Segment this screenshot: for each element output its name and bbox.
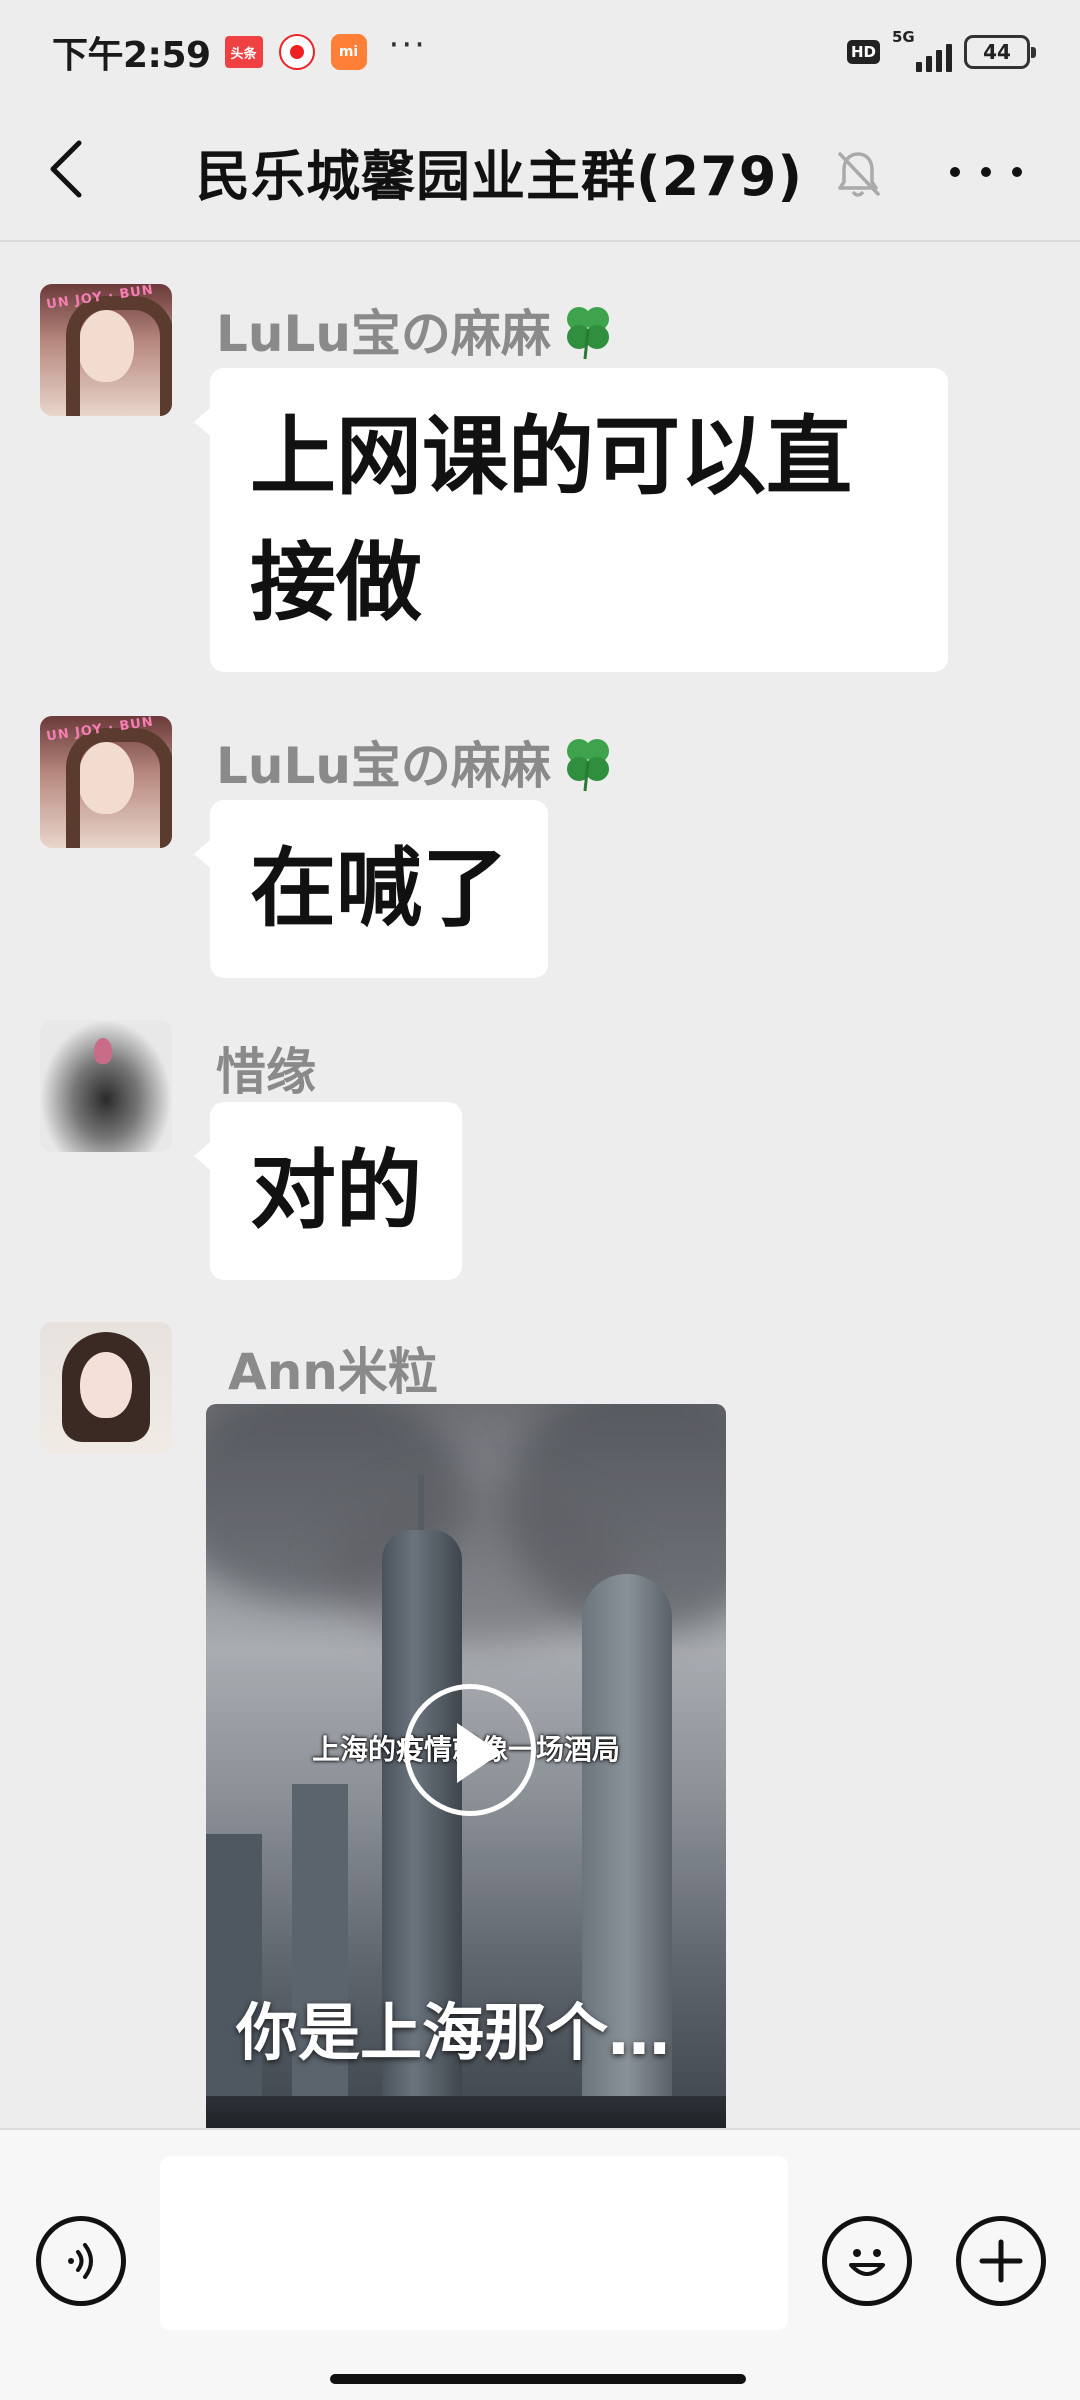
video-app-icon <box>278 34 315 70</box>
video-title: 你是上海那个… <box>236 1996 671 2069</box>
back-button[interactable] <box>36 134 96 204</box>
four-leaf-clover-icon <box>566 307 609 360</box>
avatar[interactable]: UN JOY · BUN <box>40 716 172 848</box>
mi-app-icon: mi <box>330 34 367 70</box>
avatar-label: UN JOY · BUN <box>45 284 155 313</box>
video-message[interactable]: 上海的疫情就像一场酒局 你是上海那个… <box>206 1404 726 2130</box>
header-divider <box>0 240 1080 242</box>
sender-name: Ann米粒 <box>228 1343 438 1401</box>
chat-title: 民乐城馨园业主群(279) <box>196 145 804 208</box>
message-input[interactable] <box>160 2156 788 2330</box>
emoji-icon <box>849 2249 885 2276</box>
building <box>292 1784 348 2130</box>
status-app-icons: 头条 mi ··· <box>224 28 427 70</box>
message-bubble[interactable]: 在喊了 <box>194 800 548 978</box>
avatar[interactable]: UN JOY · BUN <box>40 284 172 416</box>
sender-name: LuLu宝の麻麻 <box>216 294 619 366</box>
more-options-button[interactable] <box>950 142 1022 202</box>
bell-off-icon <box>838 152 880 197</box>
hd-icon: HD <box>846 40 880 64</box>
plus-button[interactable] <box>956 2216 1046 2306</box>
status-bar: 下午2:59 头条 mi ··· HD 5G 44 <box>0 0 1080 104</box>
toutiao-app-icon: 头条 <box>224 36 263 68</box>
network-type: 5G <box>892 28 915 46</box>
sender-name: 惜缘 <box>216 1043 316 1101</box>
battery-icon: 44 <box>964 35 1036 69</box>
emoji-button[interactable] <box>822 2216 912 2306</box>
four-leaf-clover-icon <box>566 739 609 792</box>
message-bubble[interactable]: 对的 <box>194 1102 462 1280</box>
signal-icon: 5G <box>892 28 952 72</box>
avatar[interactable] <box>40 1322 172 1454</box>
chat-header: 民乐城馨园业主群(279) <box>0 104 1080 240</box>
input-bar <box>0 2128 1080 2400</box>
voice-button[interactable] <box>36 2216 126 2306</box>
home-indicator[interactable] <box>330 2374 746 2384</box>
status-more-icon: ··· <box>388 25 427 65</box>
play-icon[interactable] <box>404 1684 536 1816</box>
sender-name: LuLu宝の麻麻 <box>216 726 619 798</box>
avatar-label: UN JOY · BUN <box>45 716 155 745</box>
avatar[interactable] <box>40 1020 172 1152</box>
message-bubble[interactable]: 上网课的可以直接做 <box>194 368 948 672</box>
status-time: 下午2:59 <box>52 35 211 76</box>
more-dots-icon <box>950 167 960 177</box>
voice-icon <box>68 2243 93 2279</box>
plus-icon <box>979 2239 1023 2283</box>
chevron-left-icon <box>50 140 82 198</box>
